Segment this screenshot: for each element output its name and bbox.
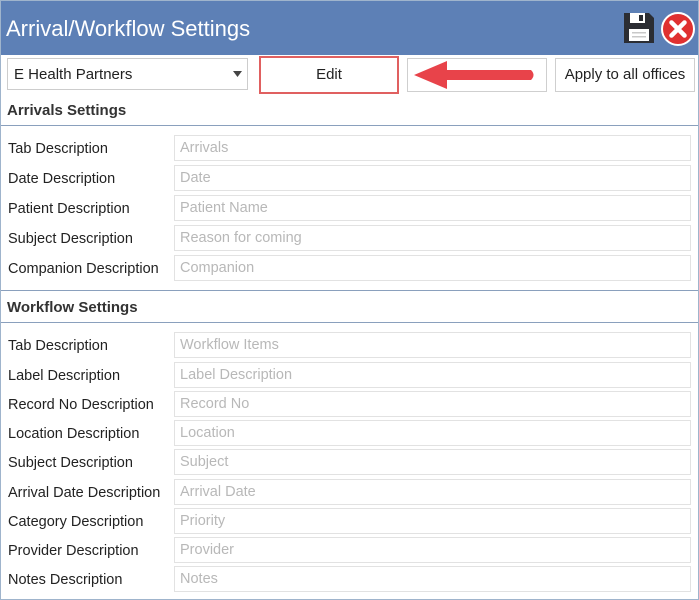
workflow-provider-description-input[interactable]: [174, 537, 691, 563]
workflow-tab-description-input[interactable]: [174, 332, 691, 358]
arrivals-subject-description-input[interactable]: [174, 225, 691, 251]
arrivals-subject-description-label: Subject Description: [8, 231, 133, 247]
sections-divider: [1, 290, 698, 291]
arrivals-date-description-label: Date Description: [8, 171, 116, 187]
office-dropdown-value: E Health Partners: [14, 66, 133, 83]
blank-button[interactable]: [407, 58, 547, 92]
workflow-category-description-input[interactable]: [174, 508, 691, 534]
arrivals-patient-description-input[interactable]: [174, 195, 691, 221]
workflow-subject-description-input[interactable]: [174, 449, 691, 475]
office-dropdown[interactable]: E Health Partners: [7, 58, 248, 90]
arrivals-patient-description-label: Patient Description: [8, 201, 130, 217]
workflow-label-description-input[interactable]: [174, 362, 691, 388]
workflow-settings-heading: Workflow Settings: [7, 299, 138, 316]
workflow-notes-description-label: Notes Description: [8, 572, 123, 588]
edit-button[interactable]: Edit: [259, 56, 399, 94]
arrivals-tab-description-label: Tab Description: [8, 141, 108, 157]
workflow-record-no-description-label: Record No Description: [8, 397, 154, 413]
chevron-down-icon: [233, 71, 242, 77]
apply-all-offices-button[interactable]: Apply to all offices: [555, 58, 695, 92]
workflow-arrival-date-description-input[interactable]: [174, 479, 691, 505]
close-x-icon: [661, 12, 695, 46]
arrivals-companion-description-label: Companion Description: [8, 261, 159, 277]
workflow-label-description-label: Label Description: [8, 368, 121, 384]
arrivals-date-description-input[interactable]: [174, 165, 691, 191]
arrivals-settings-heading: Arrivals Settings: [7, 102, 127, 119]
save-button[interactable]: [621, 10, 657, 46]
arrivals-divider: [1, 125, 698, 126]
workflow-arrival-date-description-label: Arrival Date Description: [8, 485, 161, 501]
workflow-notes-description-input[interactable]: [174, 566, 691, 592]
floppy-disk-icon: [624, 13, 654, 43]
arrivals-companion-description-input[interactable]: [174, 255, 691, 281]
close-button[interactable]: [660, 11, 696, 47]
settings-window: Arrival/Workflow Settings E Health Partn…: [0, 0, 699, 600]
workflow-category-description-label: Category Description: [8, 514, 144, 530]
title-bar: Arrival/Workflow Settings: [1, 1, 698, 55]
workflow-provider-description-label: Provider Description: [8, 543, 139, 559]
workflow-tab-description-label: Tab Description: [8, 338, 108, 354]
window-title: Arrival/Workflow Settings: [6, 16, 251, 41]
workflow-divider: [1, 322, 698, 323]
workflow-location-description-input[interactable]: [174, 420, 691, 446]
workflow-record-no-description-input[interactable]: [174, 391, 691, 417]
workflow-subject-description-label: Subject Description: [8, 455, 133, 471]
toolbar: E Health Partners Edit Apply to all offi…: [1, 55, 698, 97]
workflow-location-description-label: Location Description: [8, 426, 140, 442]
arrivals-tab-description-input[interactable]: [174, 135, 691, 161]
